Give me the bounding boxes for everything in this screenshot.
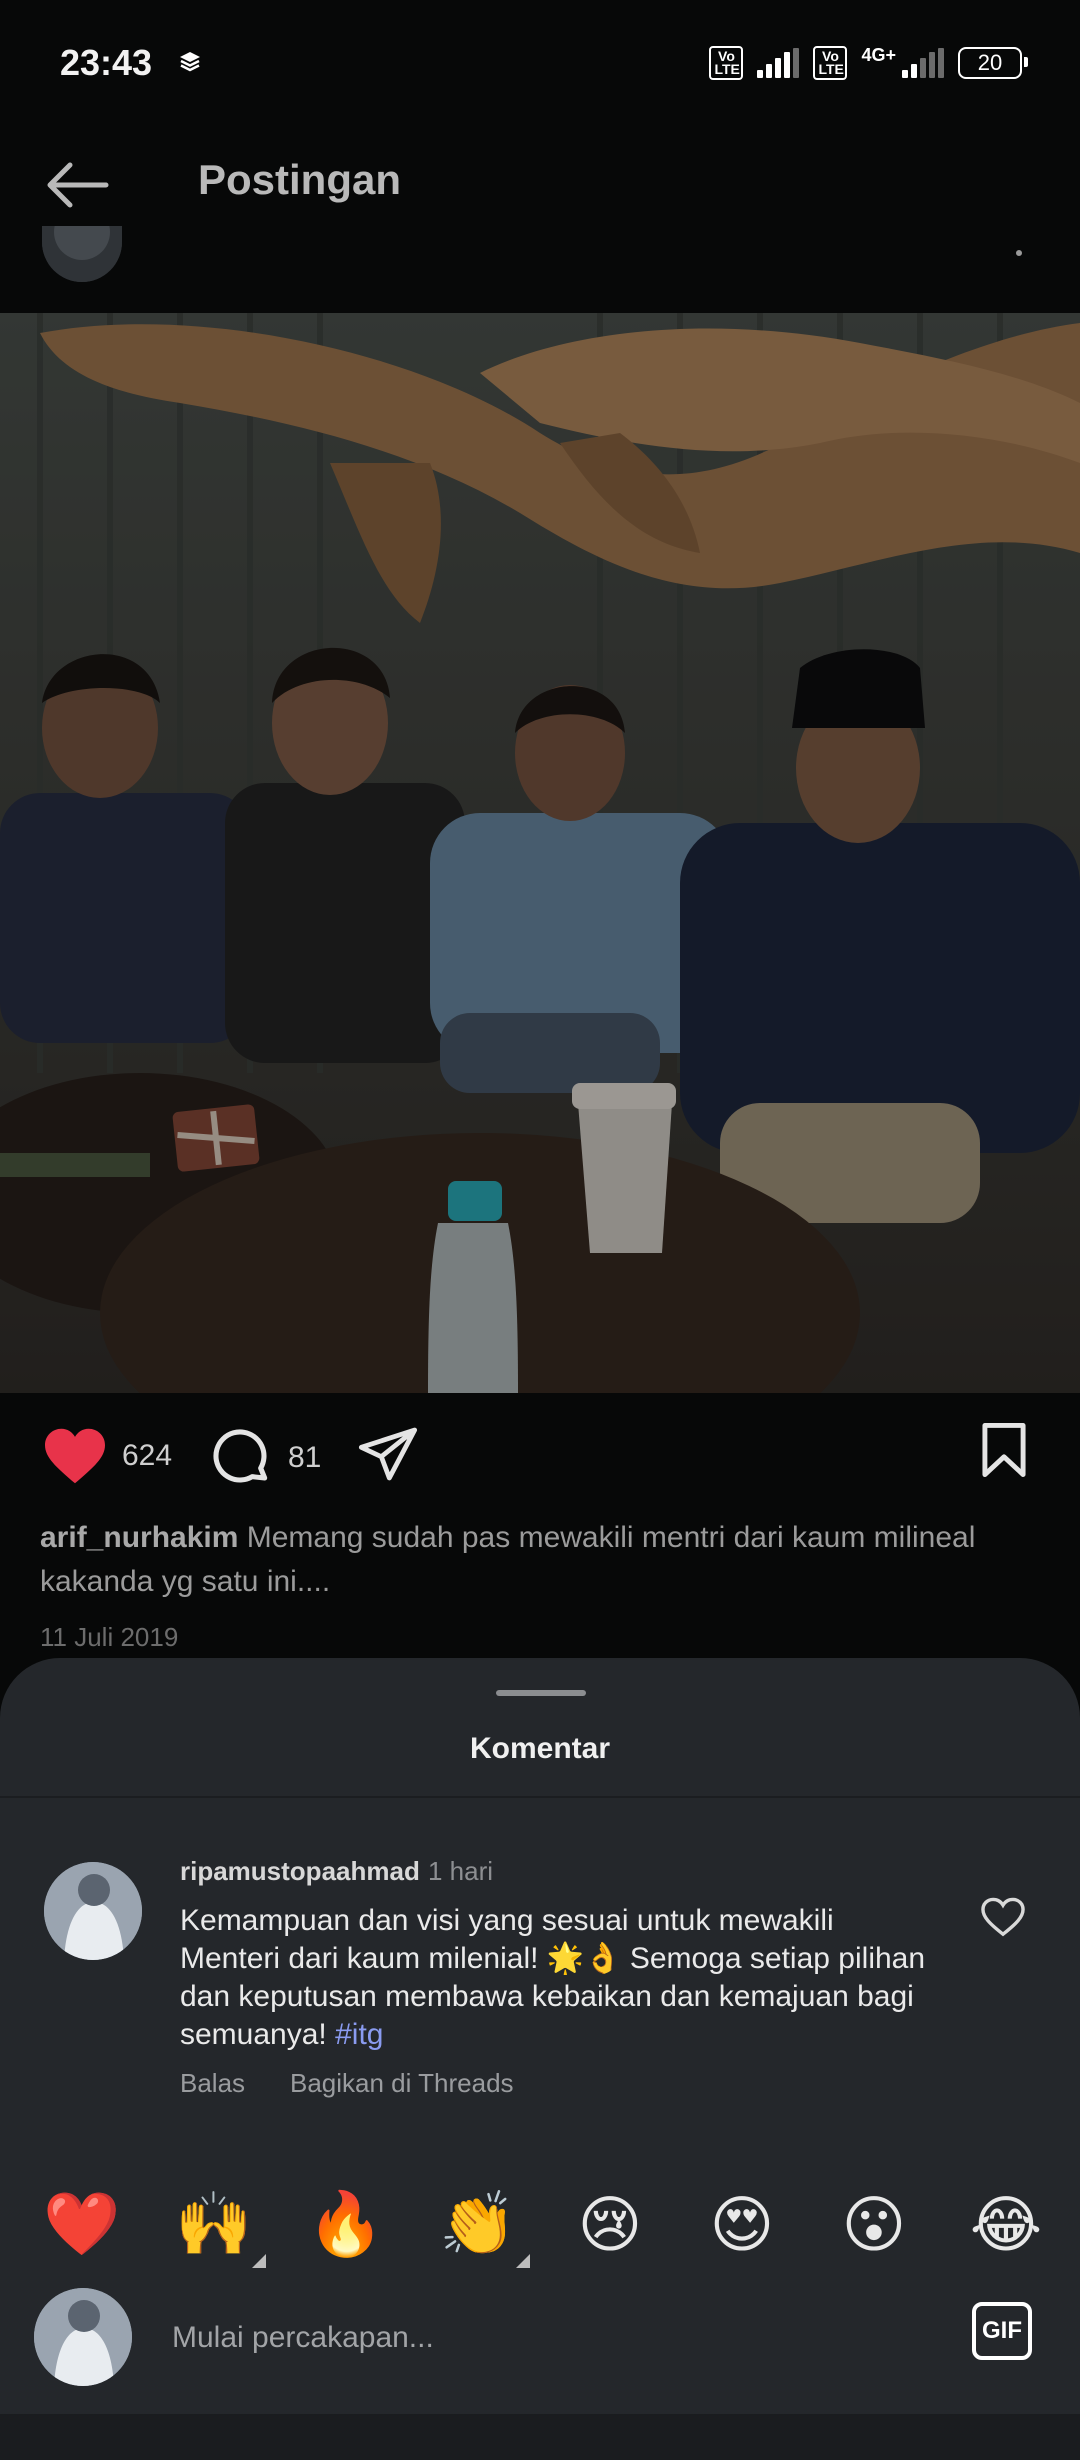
emoji-clap-icon: 👏 (439, 2189, 517, 2259)
post-date: 11 Juli 2019 (40, 1622, 179, 1652)
network-type: 4G+ (861, 45, 896, 65)
comment-count: 81 (288, 1441, 322, 1474)
comment-input[interactable] (172, 2316, 932, 2360)
quick-emoji-bar: ❤️ 🙌 🔥 👏 😢 😍 😮 😂 (34, 2186, 1054, 2268)
emoji-crying-button[interactable]: 😢 (562, 2186, 658, 2262)
volte-icon: Vo LTE (709, 46, 744, 80)
signal-icon (757, 48, 800, 78)
emoji-heart-icon: ❤️ (43, 2189, 121, 2259)
like-count: 624 (122, 1439, 173, 1472)
emoji-fire-icon: 🔥 (307, 2189, 385, 2259)
send-icon[interactable] (356, 1422, 420, 1491)
comment-username[interactable]: ripamustopaahmad (180, 1856, 420, 1887)
comment-body: Kemampuan dan visi yang sesuai untuk mew… (180, 1904, 926, 2051)
emoji-heart-eyes-icon: 😍 (709, 2190, 775, 2260)
comment-action[interactable]: 81 (210, 1426, 321, 1490)
post-caption: arif_nurhakim Memang sudah pas mewakili … (40, 1516, 1040, 1604)
share-to-threads-button[interactable]: Bagikan di Threads (290, 2068, 514, 2099)
skin-tone-indicator (252, 2254, 266, 2268)
volte-icon-2: Vo LTE (813, 46, 848, 80)
heart-outline-icon[interactable] (980, 1896, 1026, 1943)
system-nav-bar (0, 2414, 1080, 2460)
reply-button[interactable]: Balas (180, 2068, 245, 2099)
gif-button[interactable]: GIF (972, 2302, 1032, 2360)
comment-time: 1 hari (428, 1856, 494, 1886)
layers-icon (178, 50, 202, 79)
emoji-crying-icon: 😢 (577, 2190, 643, 2260)
page-title: Postingan (198, 156, 402, 203)
emoji-raised-hands-icon: 🙌 (175, 2189, 253, 2259)
signal-icon-2 (902, 48, 944, 78)
battery-level: 20 (977, 50, 1003, 75)
author-avatar[interactable] (42, 226, 122, 282)
caption-username[interactable]: arif_nurhakim (40, 1521, 238, 1554)
back-arrow-icon[interactable] (44, 160, 110, 215)
sheet-drag-handle[interactable] (496, 1690, 586, 1696)
post-photo[interactable] (0, 313, 1080, 1393)
emoji-fire-button[interactable]: 🔥 (298, 2186, 394, 2262)
divider (0, 1796, 1080, 1798)
comment-hashtag[interactable]: #itg (335, 2018, 383, 2051)
like-action[interactable]: 624 (42, 1426, 172, 1486)
emoji-surprised-icon: 😮 (841, 2190, 907, 2260)
emoji-joy-icon: 😂 (969, 2190, 1043, 2260)
emoji-heart-button[interactable]: ❤️ (34, 2186, 130, 2262)
emoji-joy-button[interactable]: 😂 (958, 2186, 1054, 2262)
own-avatar (34, 2288, 132, 2386)
skin-tone-indicator (516, 2254, 530, 2268)
sheet-title: Komentar (469, 1732, 611, 1765)
emoji-raised-hands-button[interactable]: 🙌 (166, 2186, 266, 2268)
bookmark-icon[interactable] (976, 1420, 1032, 1485)
comment-bubble-icon[interactable] (210, 1426, 274, 1490)
status-time: 23:43 (60, 42, 153, 83)
status-indicators: Vo LTE Vo LTE 4G+ 20 (709, 45, 1028, 80)
battery-icon: 20 (958, 47, 1028, 79)
heart-filled-icon[interactable] (42, 1426, 108, 1486)
more-options-icon[interactable] (1016, 250, 1022, 256)
comment-text: Kemampuan dan visi yang sesuai untuk mew… (180, 1902, 940, 2054)
commenter-avatar[interactable] (44, 1862, 142, 1960)
emoji-surprised-button[interactable]: 😮 (826, 2186, 922, 2262)
emoji-clap-button[interactable]: 👏 (430, 2186, 530, 2268)
emoji-heart-eyes-button[interactable]: 😍 (694, 2186, 790, 2262)
